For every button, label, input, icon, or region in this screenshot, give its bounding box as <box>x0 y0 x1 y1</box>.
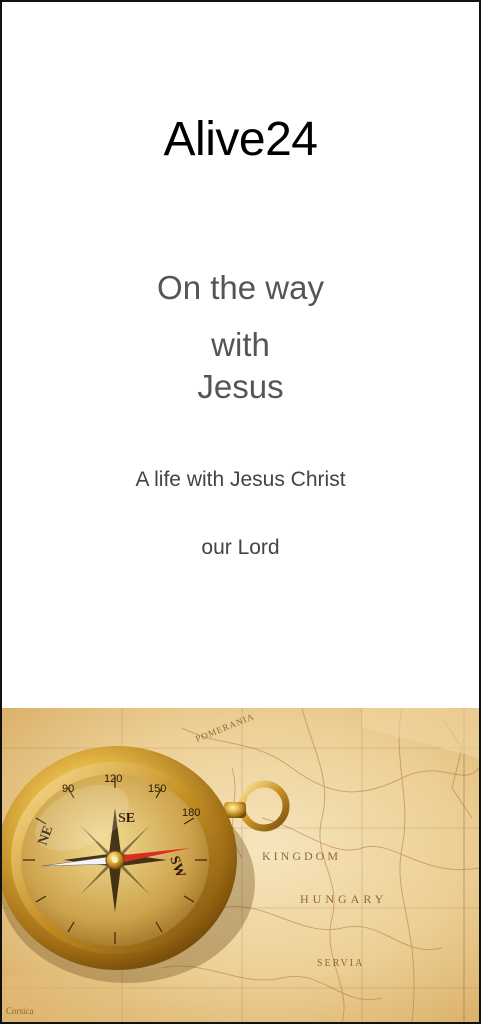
subtitle-line-2: our Lord <box>201 536 280 559</box>
compass-label-180: 180 <box>182 807 200 819</box>
subtitle-line-1: A life with Jesus Christ <box>135 468 346 491</box>
compass-map-illustration: KINGDOM HUNGARY SERVIA POMERANIA Corsica <box>2 708 479 1022</box>
brand-title: Alive24 <box>163 113 318 166</box>
compass-map-image: KINGDOM HUNGARY SERVIA POMERANIA Corsica <box>2 708 479 1022</box>
headline-line-1: On the way <box>157 269 324 306</box>
compass-label-120: 120 <box>104 773 122 785</box>
map-label-kingdom: KINGDOM <box>262 849 341 863</box>
headline-line-3: Jesus <box>197 368 284 405</box>
headline-line-2: with <box>211 326 270 363</box>
map-label-hungary: HUNGARY <box>300 892 387 906</box>
compass-icon: 90 120 150 180 SE SW NE <box>2 746 237 970</box>
map-label-servia: SERVIA <box>317 958 364 969</box>
compass-label-150: 150 <box>148 783 166 795</box>
page-frame: Alive24 On the way with Jesus A life wit… <box>0 0 481 1024</box>
map-label-corsica: Corsica <box>6 1006 34 1016</box>
